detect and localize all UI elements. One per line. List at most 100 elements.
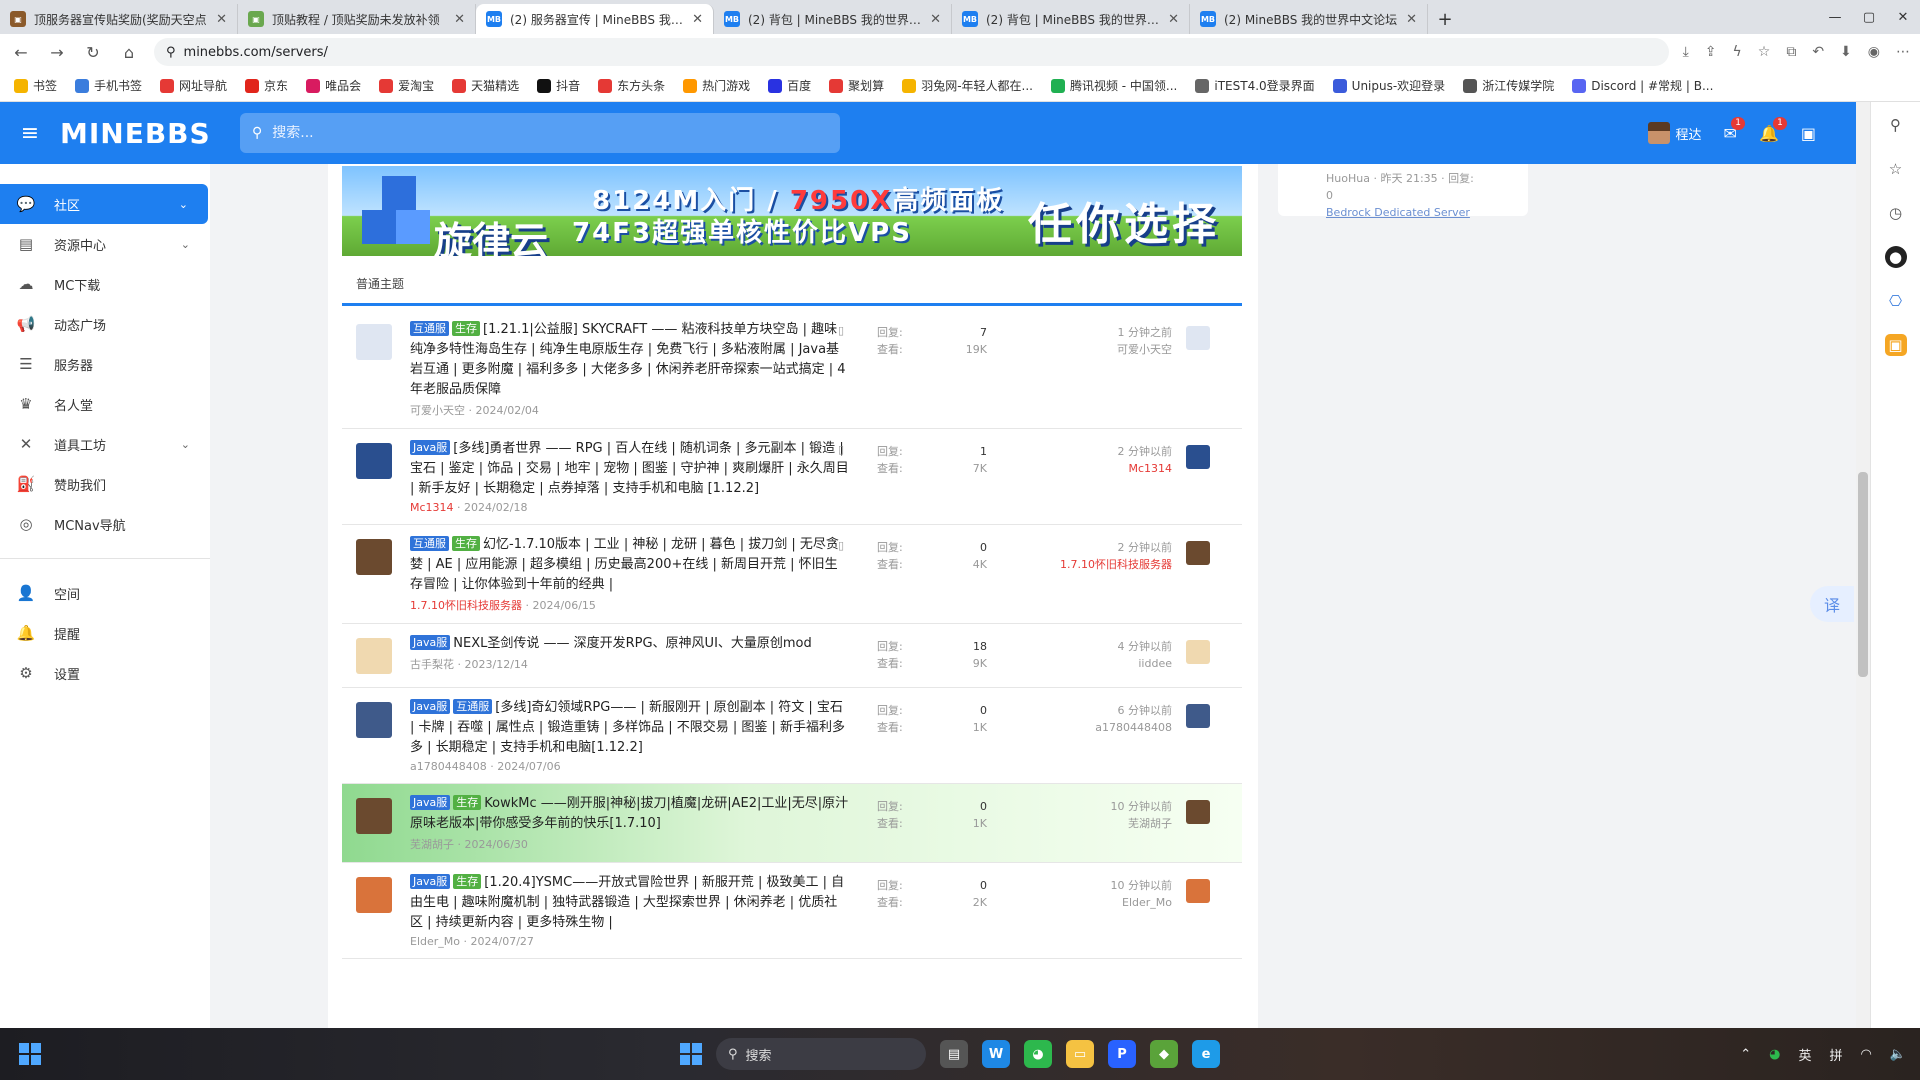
- site-info-icon[interactable]: ⚲: [166, 45, 176, 60]
- last-poster-avatar[interactable]: [1186, 326, 1210, 350]
- thread-prefix-badge[interactable]: 互通服: [410, 536, 449, 551]
- bookmark-item[interactable]: 书签: [14, 77, 57, 94]
- last-post-user[interactable]: Elder_Mo: [1012, 894, 1172, 911]
- volume-icon[interactable]: 🔈: [1890, 1047, 1906, 1062]
- last-post-time[interactable]: 10 分钟以前: [1012, 877, 1173, 894]
- history-icon[interactable]: ◷: [1885, 202, 1907, 224]
- thread-author[interactable]: 古手梨花: [410, 658, 454, 671]
- scrollbar-thumb[interactable]: [1858, 472, 1868, 677]
- home-icon[interactable]: ⌂: [118, 43, 140, 62]
- bookmark-item[interactable]: Unipus-欢迎登录: [1332, 77, 1445, 94]
- last-poster-avatar[interactable]: [1186, 879, 1210, 903]
- last-post-time[interactable]: 2 分钟以前: [1012, 539, 1173, 556]
- thread-prefix-badge[interactable]: Java服: [410, 874, 451, 889]
- last-poster-avatar[interactable]: [1186, 640, 1210, 664]
- nav-item-community[interactable]: 💬 社区 ⌄: [0, 184, 208, 224]
- last-poster-avatar[interactable]: [1186, 704, 1210, 728]
- bookmark-item[interactable]: 热门游戏: [683, 77, 750, 94]
- browser-tab[interactable]: MB (2) 背包 | MineBBS 我的世界中文 ✕: [714, 4, 952, 34]
- bookmark-item[interactable]: 抖音: [537, 77, 580, 94]
- wechat-icon[interactable]: ◕: [1024, 1040, 1052, 1068]
- thread-prefix-badge[interactable]: Java服: [410, 635, 451, 650]
- app-p-icon[interactable]: P: [1108, 1040, 1136, 1068]
- menu-icon[interactable]: ⋯: [1896, 44, 1910, 60]
- browser-tab[interactable]: MB (2) 背包 | MineBBS 我的世界中文 ✕: [952, 4, 1190, 34]
- thread-row[interactable]: Java服 生存 [1.20.4]YSMC——开放式冒险世界 | 新服开荒 | 极致…: [342, 863, 1242, 959]
- bookmark-item[interactable]: 羽兔网-年轻人都在...: [902, 77, 1033, 94]
- author-avatar[interactable]: [356, 798, 392, 834]
- widget-forum-link[interactable]: Bedrock Dedicated Server: [1326, 204, 1480, 221]
- thread-author[interactable]: 可爱小天空: [410, 404, 465, 417]
- undo-icon[interactable]: ↶: [1812, 44, 1824, 60]
- minecraft-icon[interactable]: ◆: [1150, 1040, 1178, 1068]
- thread-author[interactable]: Elder_Mo: [410, 935, 460, 948]
- extensions-icon[interactable]: ⧉: [1786, 44, 1796, 60]
- last-post-time[interactable]: 4 分钟以前: [1012, 638, 1173, 655]
- chevron-down-icon[interactable]: ⌄: [179, 198, 188, 211]
- browser-icon[interactable]: e: [1192, 1040, 1220, 1068]
- thread-prefix-badge[interactable]: 生存: [452, 536, 480, 551]
- close-tab-icon[interactable]: ✕: [216, 12, 227, 27]
- wechat-tray-icon[interactable]: ◕: [1769, 1047, 1780, 1062]
- bookmark-item[interactable]: 手机书签: [75, 77, 142, 94]
- thread-row[interactable]: 互通服 生存 幻忆-1.7.10版本 | 工业 | 神秘 | 龙研 | 暮色 | 拔…: [342, 525, 1242, 624]
- thread-title-text[interactable]: NEXL圣剑传说 —— 深度开发RPG、原神风UI、大量原创mod: [453, 636, 812, 651]
- browser-tab[interactable]: MB (2) 服务器宣传 | MineBBS 我的世 ✕: [476, 4, 714, 34]
- briefcase-icon[interactable]: ▣: [1884, 334, 1907, 356]
- browser-tab[interactable]: ▣ 顶服务器宣传贴奖励(奖励天空点 ✕: [0, 4, 238, 34]
- user-menu[interactable]: 程达: [1647, 122, 1702, 144]
- last-poster-avatar[interactable]: [1186, 541, 1210, 565]
- thread-author[interactable]: Mc1314: [410, 501, 454, 514]
- ime-lang[interactable]: 英: [1798, 1045, 1811, 1064]
- bookmark-item[interactable]: 东方头条: [598, 77, 665, 94]
- thread-title[interactable]: 互通服 生存 [1.21.1|公益服] SKYCRAFT —— 粘液科技单方块空岛 …: [410, 320, 850, 400]
- bookmark-item[interactable]: 京东: [245, 77, 288, 94]
- thread-author[interactable]: 芜湖胡子: [410, 838, 454, 851]
- nav-item-workshop[interactable]: ✕ 道具工坊 ⌄: [0, 424, 210, 464]
- nav-item-resources[interactable]: ▤ 资源中心 ⌄: [0, 224, 210, 264]
- last-post-user[interactable]: iiddee: [1012, 655, 1172, 672]
- last-poster-avatar[interactable]: [1186, 445, 1210, 469]
- ad-banner[interactable]: 8124M入门 / 7950X高频面板 74F3超强单核性价比VPS 旋律云 任…: [342, 166, 1242, 256]
- thread-author[interactable]: 1.7.10怀旧科技服务器: [410, 599, 522, 612]
- bookmark-item[interactable]: Discord | #常规 | B...: [1572, 77, 1713, 94]
- thread-prefix-badge[interactable]: Java服: [410, 699, 451, 714]
- file-explorer-icon[interactable]: ▭: [1066, 1040, 1094, 1068]
- author-avatar[interactable]: [356, 702, 392, 738]
- thread-prefix-badge[interactable]: 生存: [453, 874, 482, 889]
- thread-prefix-badge[interactable]: 互通服: [453, 699, 493, 714]
- maximize-icon[interactable]: ▢: [1852, 10, 1886, 25]
- downloads-icon[interactable]: ⬇: [1840, 44, 1852, 60]
- last-post-user[interactable]: Mc1314: [1012, 460, 1172, 477]
- forward-icon[interactable]: →: [46, 43, 68, 62]
- thread-prefix-badge[interactable]: 生存: [453, 795, 482, 810]
- thread-row[interactable]: Java服 互通服 [多线]奇幻领域RPG—— | 新服刚开 | 原创副本 | 符文…: [342, 688, 1242, 784]
- chevron-down-icon[interactable]: ⌄: [181, 438, 190, 451]
- bookmark-item[interactable]: iTEST4.0登录界面: [1195, 77, 1315, 94]
- last-post-user[interactable]: 1.7.10怀旧科技服务器: [1012, 556, 1172, 573]
- gamepad-icon[interactable]: ⎔: [1885, 290, 1907, 312]
- last-post-time[interactable]: 2 分钟以前: [1012, 443, 1173, 460]
- reload-icon[interactable]: ↻: [82, 43, 104, 62]
- thread-prefix-badge[interactable]: Java服: [410, 440, 451, 455]
- thread-row[interactable]: Java服 [多线]勇者世界 —— RPG | 百人在线 | 随机词条 | 多元副…: [342, 429, 1242, 525]
- thread-prefix-badge[interactable]: 互通服: [410, 321, 449, 336]
- translate-icon[interactable]: 译: [1810, 586, 1854, 622]
- hamburger-icon[interactable]: ≡: [0, 121, 60, 146]
- wifi-icon[interactable]: ◠: [1860, 1047, 1871, 1062]
- profile-icon[interactable]: ◉: [1868, 44, 1880, 60]
- last-post-time[interactable]: 6 分钟以前: [1012, 702, 1173, 719]
- thread-title[interactable]: Java服 互通服 [多线]奇幻领域RPG—— | 新服刚开 | 原创副本 | 符文…: [410, 698, 850, 758]
- last-post-user[interactable]: a1780448408: [1012, 719, 1172, 736]
- search-input[interactable]: [272, 125, 793, 141]
- task-view-icon[interactable]: ▤: [940, 1040, 968, 1068]
- browser-tab[interactable]: MB (2) MineBBS 我的世界中文论坛 ✕: [1190, 4, 1428, 34]
- author-avatar[interactable]: [356, 539, 392, 575]
- bell-icon[interactable]: 🔔 1: [1759, 116, 1787, 143]
- thread-title-text[interactable]: [多线]勇者世界 —— RPG | 百人在线 | 随机词条 | 多元副本 | 锻…: [410, 441, 849, 496]
- bookmark-item[interactable]: 网址导航: [160, 77, 227, 94]
- last-post-time[interactable]: 1 分钟之前: [1012, 324, 1173, 341]
- thread-title[interactable]: Java服 NEXL圣剑传说 —— 深度开发RPG、原神风UI、大量原创mod: [410, 634, 850, 654]
- thread-author[interactable]: a1780448408: [410, 760, 487, 773]
- browser-tab[interactable]: ▣ 顶贴教程 / 顶贴奖励未发放补领 ✕: [238, 4, 476, 34]
